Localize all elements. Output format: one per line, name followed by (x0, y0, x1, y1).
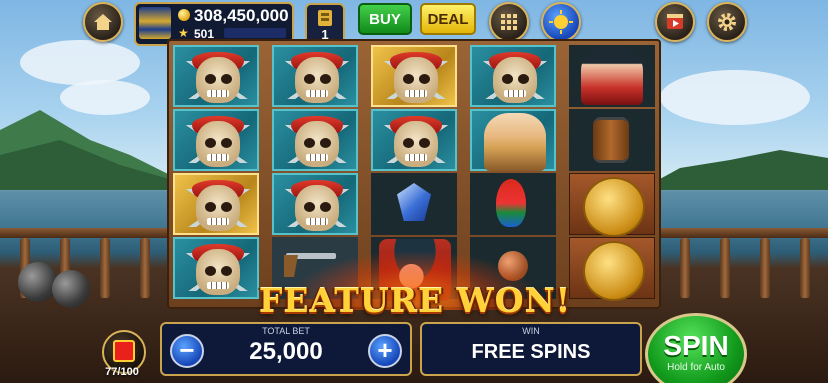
rail-post (100, 238, 110, 298)
coin-stack-icon (318, 10, 332, 26)
reel-5 (569, 45, 655, 303)
gift-count: 77/100 (105, 366, 139, 378)
cloud (660, 70, 810, 125)
reel-1 (173, 45, 259, 303)
rail-post (140, 238, 150, 298)
symbol-parrot (470, 173, 556, 235)
home-button[interactable] (83, 2, 123, 42)
coin-balance: 308,450,000 (194, 6, 289, 25)
buy-button[interactable]: BUY (358, 3, 412, 35)
decrease-bet-button[interactable]: − (170, 334, 204, 368)
rail-post (800, 238, 810, 298)
symbol-pirate-lady-hat (569, 45, 655, 107)
win-panel: WIN FREE SPINS (420, 322, 642, 376)
island-mountain (640, 150, 828, 190)
symbol-gold-skull-coin (569, 173, 655, 237)
deal-button[interactable]: DEAL (420, 3, 476, 35)
symbol-pirate-skull (371, 109, 457, 171)
island-mountain (0, 110, 180, 190)
rail-post (760, 238, 770, 298)
cannonball (52, 270, 90, 308)
game-screen: 308,450,000 ★ 501 1 BUY DEAL FEATURE WON… (0, 0, 828, 383)
coin-icon (178, 9, 190, 21)
video-reward-button[interactable] (655, 2, 695, 42)
gift-progress[interactable]: 77/100 (96, 330, 148, 382)
symbol-pirate-skull (173, 45, 259, 107)
rail-post (720, 238, 730, 298)
settings-button[interactable] (707, 2, 747, 42)
win-value: FREE SPINS (471, 341, 591, 363)
sun-bonus-icon (549, 10, 573, 34)
symbol-pirate-lady (470, 109, 556, 171)
win-caption: WIN (522, 326, 540, 336)
symbol-pirate-skull (272, 109, 358, 171)
gear-icon (718, 13, 736, 31)
symbol-pirate-skull (272, 45, 358, 107)
spin-sublabel: Hold for Auto (667, 362, 725, 373)
grid-menu-button[interactable] (489, 2, 529, 42)
symbol-rum-barrel (569, 109, 655, 171)
increase-bet-button[interactable]: + (368, 334, 402, 368)
spin-button[interactable]: SPIN Hold for Auto (645, 313, 747, 383)
rail-post (680, 238, 690, 298)
feature-won-banner: FEATURE WON! (258, 281, 572, 320)
symbol-blue-gem (371, 173, 457, 235)
video-reward-icon (667, 14, 683, 29)
total-bet-panel: TOTAL BET 25,000 − + (160, 322, 412, 376)
cloud (20, 40, 140, 85)
grid-menu-icon (501, 14, 517, 30)
xp-bar (224, 28, 286, 38)
total-bet-caption: TOTAL BET (262, 326, 310, 336)
star-icon: ★ (178, 26, 189, 40)
avatar (139, 7, 171, 39)
symbol-pirate-skull (470, 45, 556, 107)
home-icon (94, 14, 112, 30)
symbol-pirate-skull (173, 109, 259, 171)
symbol-pirate-skull (272, 173, 358, 235)
spin-label: SPIN (663, 330, 729, 361)
symbol-pirate-skull (173, 173, 259, 235)
gift-icon (113, 340, 135, 362)
symbol-pirate-skull (371, 45, 457, 107)
sun-bonus-button[interactable] (541, 2, 581, 42)
